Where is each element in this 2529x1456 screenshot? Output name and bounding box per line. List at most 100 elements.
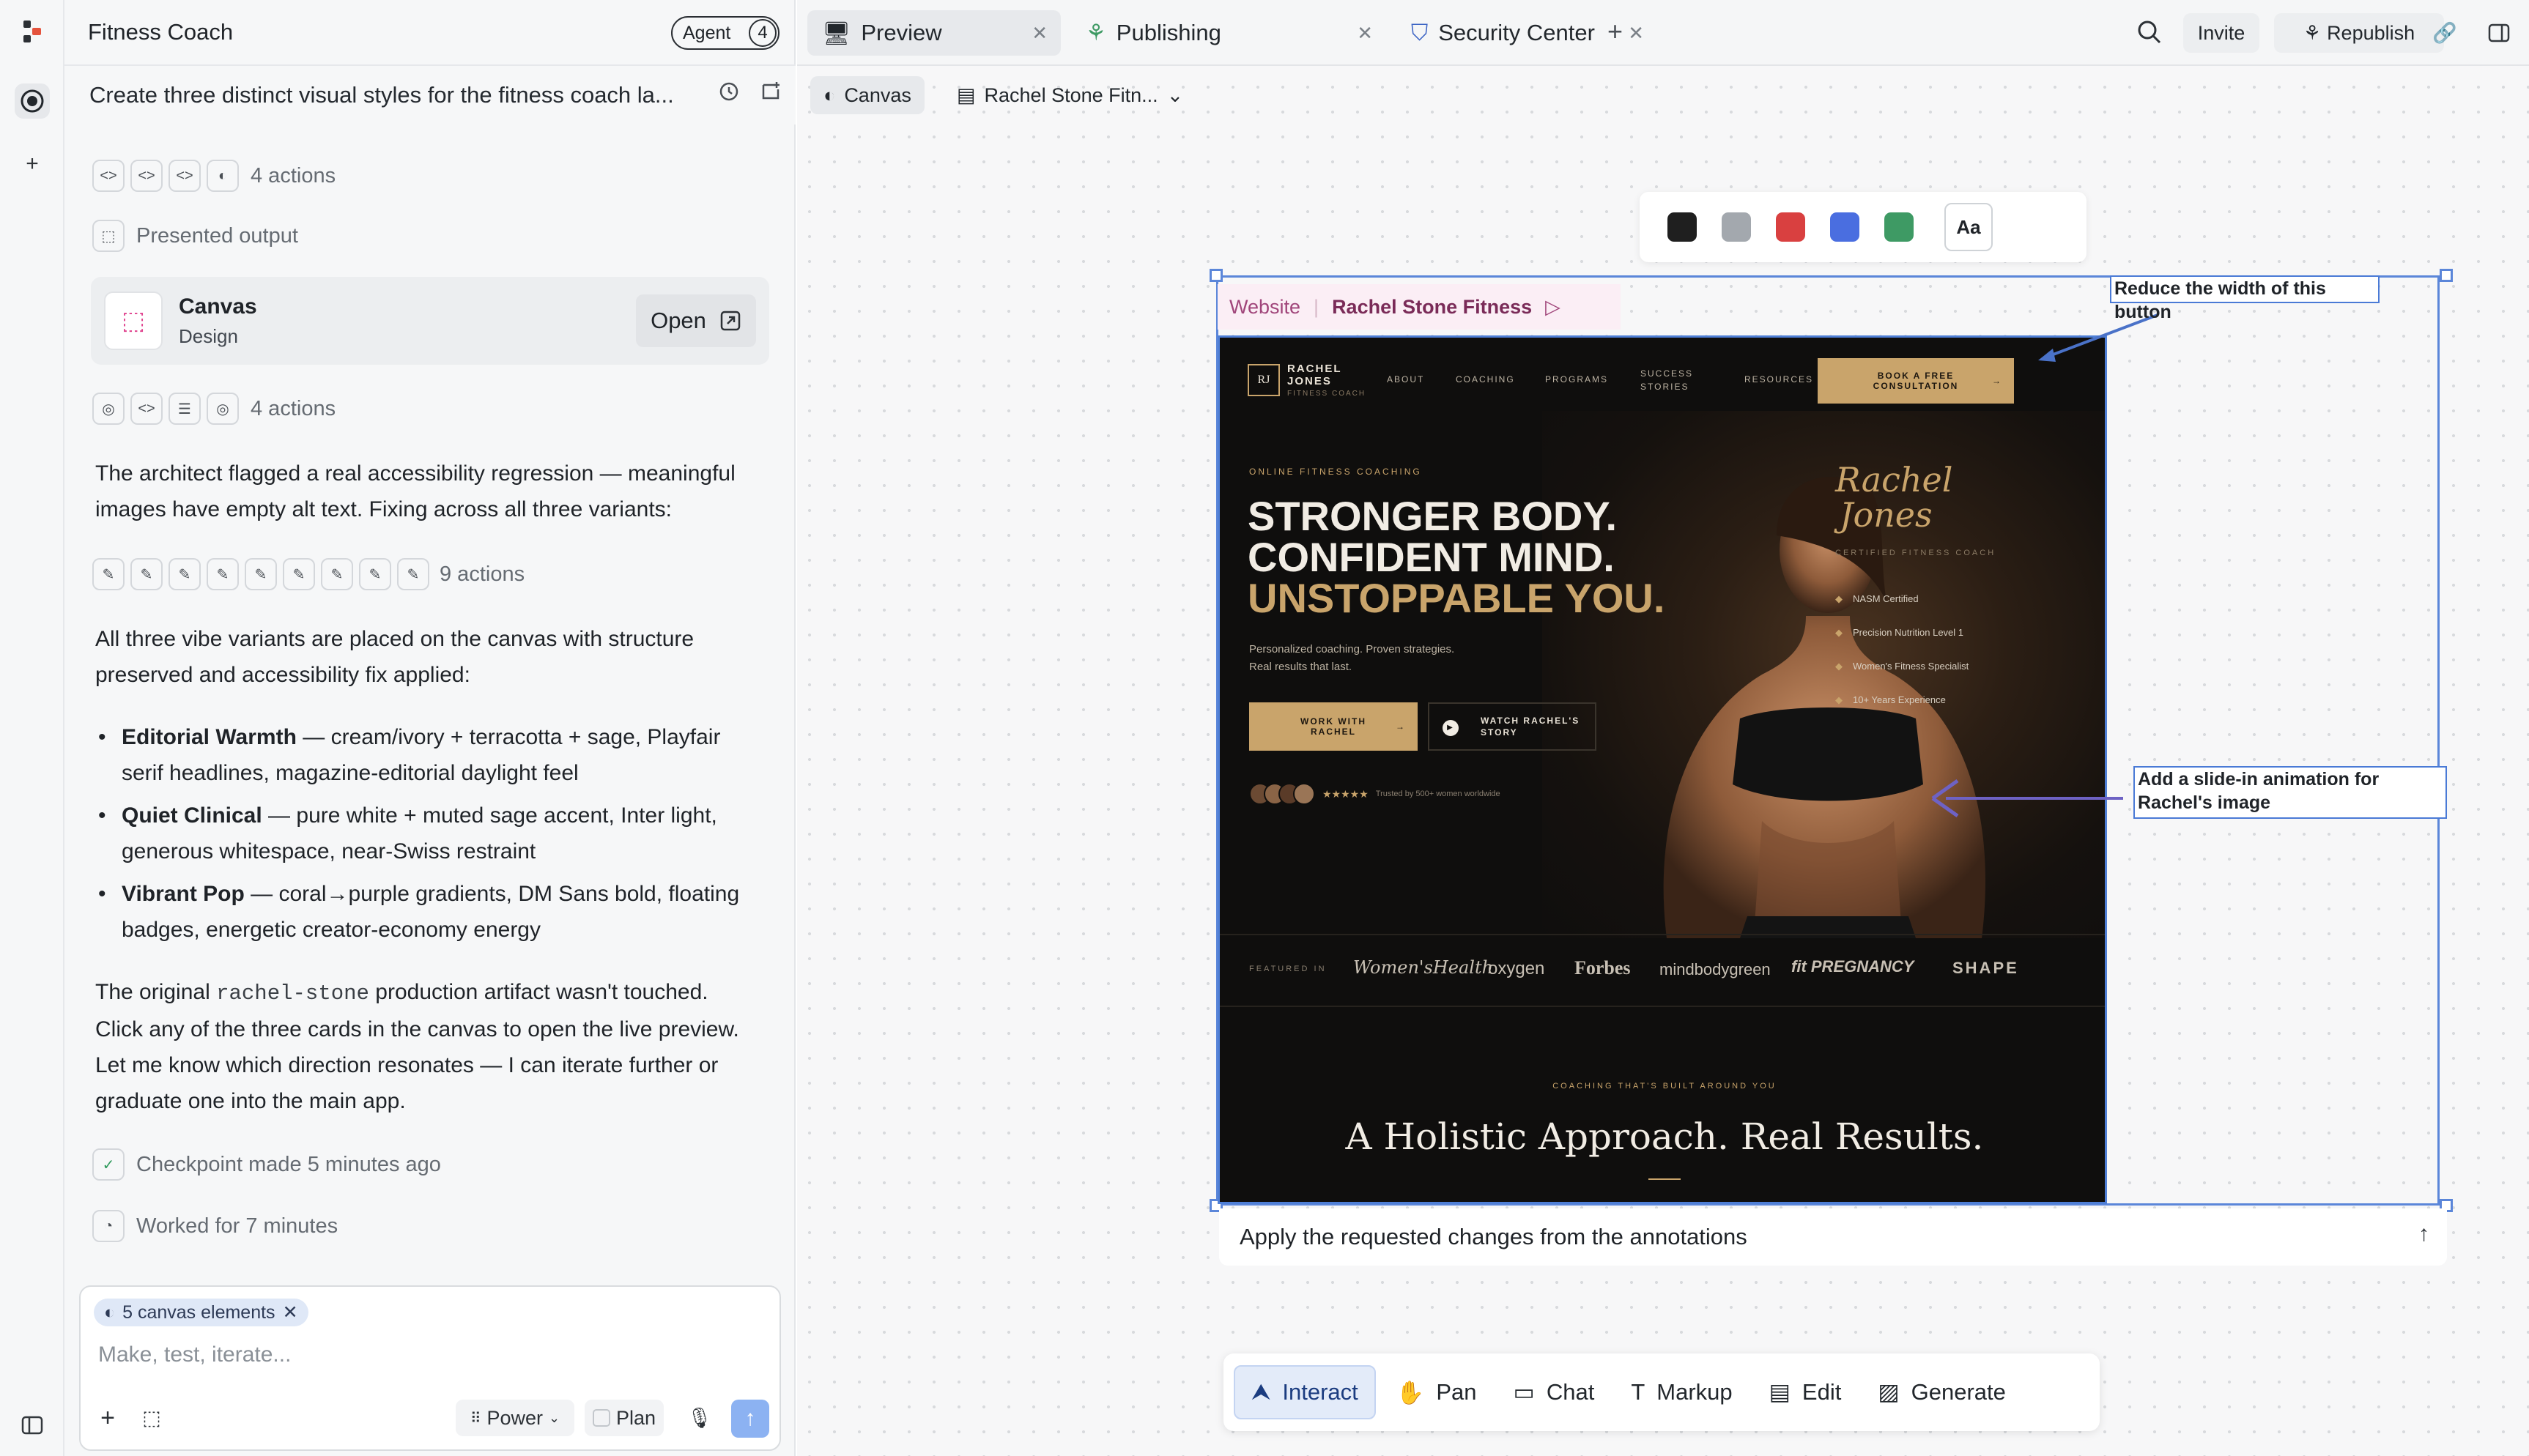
play-icon: ▶	[1443, 720, 1459, 736]
layout-icon: ▤	[1769, 1379, 1791, 1405]
selection-icon: ⬚	[92, 220, 125, 252]
search-button[interactable]	[2136, 19, 2163, 49]
agent-pill[interactable]: Agent 4	[671, 16, 780, 50]
file-edit-icon: ✎	[321, 558, 353, 590]
close-tab-icon[interactable]: ✕	[1032, 22, 1048, 45]
agent-label: Agent	[683, 22, 731, 43]
canvas-prompt-input[interactable]: Apply the requested changes from the ann…	[1219, 1208, 2447, 1266]
cert-list: ◆ NASM Certified ◆ Precision Nutrition Lev…	[1835, 582, 1969, 717]
text-style-button[interactable]: Aa	[1944, 203, 1993, 251]
canvas-mode-button[interactable]: ◐ Canvas	[810, 76, 925, 114]
coach-portrait-image	[1663, 477, 1985, 938]
watch-story-button[interactable]: ▶ WATCH RACHEL'S STORY	[1428, 702, 1596, 751]
nav-success-stories[interactable]: SUCCESS STORIES	[1640, 367, 1706, 393]
play-icon[interactable]: ▷	[1545, 296, 1560, 319]
annotation-note[interactable]: Add a slide-in animation for Rachel's im…	[2133, 766, 2447, 819]
arrow-up-icon[interactable]: ↑	[2418, 1222, 2429, 1247]
press-logo: SHAPE	[1952, 959, 2019, 977]
tool-interact[interactable]: ⮝ Interact	[1234, 1365, 1376, 1419]
signature-name: Rachel Jones	[1835, 460, 1953, 535]
chat-topbar: Fitness Coach Agent 4	[64, 0, 796, 66]
canvas-elements-chip[interactable]: ◐ 5 canvas elements ✕	[94, 1299, 308, 1326]
toggle-panel-button[interactable]	[2476, 13, 2522, 53]
actions-group-2[interactable]: ◎ <> ☰ ◎ 4 actions	[92, 393, 336, 425]
thread-title[interactable]: Create three distinct visual styles for …	[89, 82, 683, 108]
color-swatch-gray[interactable]	[1722, 212, 1751, 242]
checkpoint-row[interactable]: ✓ Checkpoint made 5 minutes ago	[92, 1148, 441, 1181]
microphone-icon: 🎙	[686, 1407, 713, 1429]
cert-title: CERTIFIED FITNESS COACH	[1835, 549, 1996, 557]
send-button[interactable]: ↑	[731, 1400, 769, 1438]
select-element-button[interactable]: ⬚	[133, 1400, 170, 1436]
canvas-card-title: Canvas	[179, 294, 257, 319]
prompt-text: Apply the requested changes from the ann…	[1240, 1224, 1747, 1249]
nav-coaching[interactable]: COACHING	[1456, 374, 1515, 385]
copy-link-button[interactable]: 🔗	[2422, 13, 2467, 53]
document-select[interactable]: ▤ Rachel Stone Fitn... ⌄	[944, 76, 1196, 114]
close-tab-icon[interactable]: ✕	[1628, 22, 1644, 45]
frame-label[interactable]: Website | Rachel Stone Fitness ▷	[1218, 284, 1621, 330]
tool-edit[interactable]: ▤ Edit	[1753, 1365, 1858, 1419]
close-tab-icon[interactable]: ✕	[1357, 22, 1373, 45]
tab-publishing[interactable]: ⚘ Publishing ✕	[1071, 10, 1386, 56]
tab-preview[interactable]: 🖥 Preview ✕	[807, 10, 1061, 56]
site-logo-text[interactable]: RACHEL JONES FITNESS COACH	[1287, 363, 1366, 400]
chip-label: 5 canvas elements	[122, 1301, 275, 1323]
actions-count: 4 actions	[251, 396, 336, 420]
code-icon: <>	[169, 160, 201, 192]
color-swatch-green[interactable]	[1884, 212, 1914, 242]
section-title: A Holistic Approach. Real Results.	[1345, 1115, 1984, 1158]
chat-icon: ▭	[1513, 1379, 1535, 1405]
markup-color-toolbar: Aa	[1640, 192, 2086, 262]
chevron-down-icon: ⌄	[549, 1410, 560, 1425]
plan-toggle[interactable]: Plan	[585, 1400, 664, 1436]
annotation-note[interactable]: Reduce the width of this button	[2110, 275, 2380, 322]
new-chat-icon[interactable]	[760, 81, 782, 108]
tool-chat[interactable]: ▭ Chat	[1497, 1365, 1611, 1419]
canvas-subbar: ◐ Canvas ▤ Rachel Stone Fitn... ⌄	[797, 67, 2529, 122]
arrow-right-icon: →	[1992, 376, 2002, 386]
history-icon[interactable]	[718, 81, 740, 108]
microphone-button[interactable]: 🎙	[681, 1400, 718, 1436]
press-logo: Forbes	[1574, 957, 1631, 978]
actions-group-1[interactable]: <> <> <> ◐ 4 actions	[92, 160, 336, 192]
nav-programs[interactable]: PROGRAMS	[1545, 374, 1608, 385]
work-with-rachel-button[interactable]: WORK WITH RACHEL →	[1249, 702, 1418, 751]
invite-button[interactable]: Invite	[2183, 13, 2259, 53]
color-swatch-blue[interactable]	[1830, 212, 1859, 242]
toggle-sidebar-button[interactable]	[15, 1408, 50, 1443]
agent-home-button[interactable]	[15, 83, 50, 119]
divider	[1220, 934, 2105, 935]
actions-group-3[interactable]: ✎ ✎ ✎ ✎ ✎ ✎ ✎ ✎ ✎ 9 actions	[92, 558, 525, 590]
website-preview[interactable]: RJ RACHEL JONES FITNESS COACH ABOUT COAC…	[1218, 335, 2107, 1204]
resize-handle[interactable]	[1210, 269, 1223, 282]
chat-input[interactable]: Make, test, iterate...	[98, 1342, 291, 1367]
nav-resources[interactable]: RESOURCES	[1744, 374, 1813, 385]
book-consultation-button[interactable]: BOOK A FREE CONSULTATION →	[1818, 358, 2014, 404]
mode-select[interactable]: ⠿ Power ⌄	[456, 1400, 574, 1436]
resize-handle[interactable]	[2440, 269, 2453, 282]
message-paragraph-1: The architect flagged a real accessibili…	[95, 461, 736, 521]
new-item-button[interactable]: +	[15, 146, 50, 182]
color-swatch-red[interactable]	[1776, 212, 1805, 242]
add-tab-button[interactable]: +	[1607, 16, 1623, 47]
color-swatch-black[interactable]	[1667, 212, 1697, 242]
plus-icon: +	[1607, 16, 1623, 46]
message-paragraph-3: The original rachel-stone production art…	[95, 980, 739, 1113]
avatar	[1293, 783, 1315, 805]
nav-about[interactable]: ABOUT	[1387, 374, 1424, 385]
attach-button[interactable]: +	[89, 1400, 126, 1436]
grid-icon: ⠿	[470, 1410, 481, 1427]
open-canvas-button[interactable]: Open	[636, 294, 756, 347]
tool-generate[interactable]: ▨ Generate	[1862, 1365, 2022, 1419]
frame-type: Website	[1229, 295, 1301, 318]
tool-pan[interactable]: ✋ Pan	[1380, 1365, 1493, 1419]
tool-markup[interactable]: T Markup	[1615, 1365, 1748, 1419]
site-logo-mark[interactable]: RJ	[1248, 364, 1280, 396]
tabs-bar: 🖥 Preview ✕ ⚘ Publishing ✕ ⛉ Security Ce…	[797, 0, 2529, 66]
canvas-output-card[interactable]: ⬚ Canvas Design Open	[91, 277, 769, 365]
republish-button[interactable]: ⚘ Republish	[2274, 13, 2444, 53]
replit-logo-icon[interactable]	[22, 19, 44, 45]
close-icon[interactable]: ✕	[283, 1301, 298, 1323]
palette-icon: ◐	[207, 160, 239, 192]
